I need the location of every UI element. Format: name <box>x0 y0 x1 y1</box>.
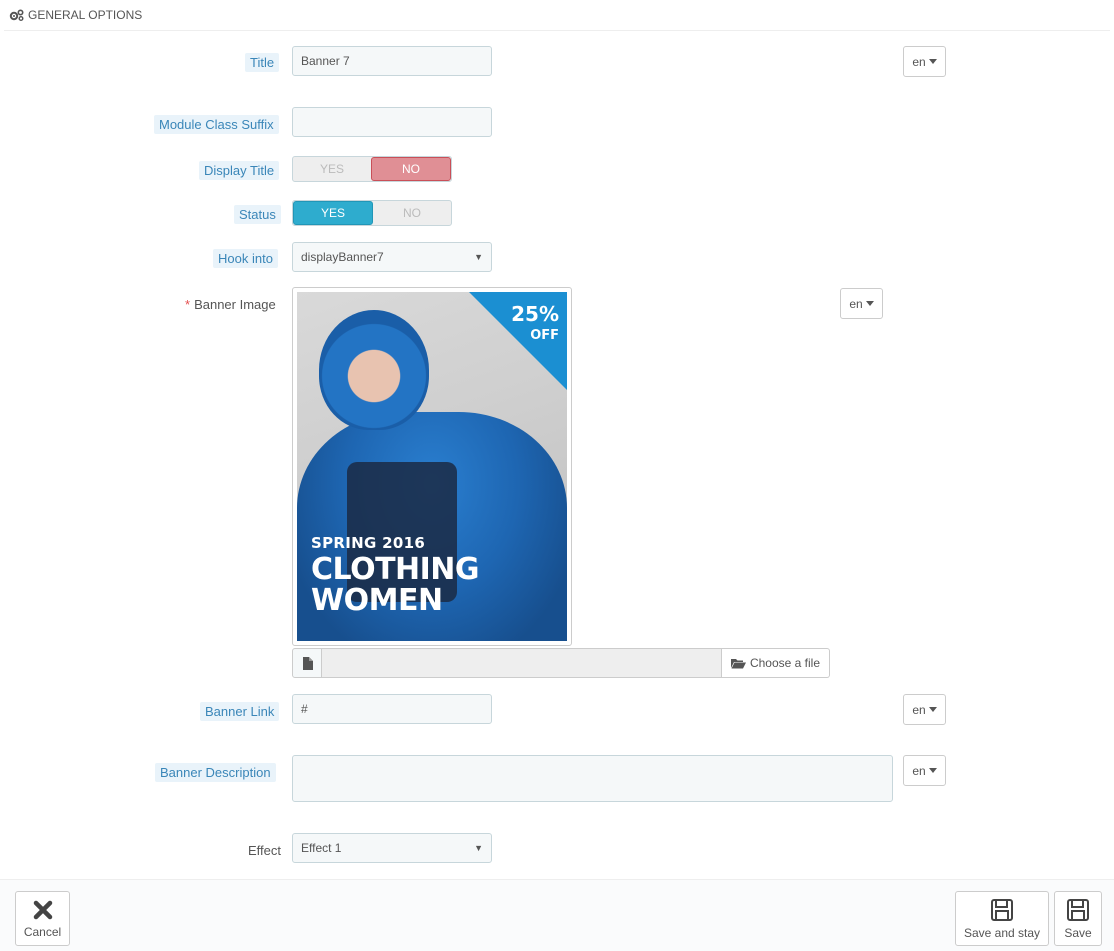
model-hood <box>319 310 429 430</box>
choose-file-label: Choose a file <box>749 656 821 670</box>
module-class-suffix-input[interactable] <box>292 107 492 137</box>
promo-season: SPRING 2016 <box>311 534 426 552</box>
title-language-label: en <box>912 54 926 69</box>
module-class-suffix-label: Module Class Suffix <box>154 115 279 134</box>
discount-sub: OFF <box>530 328 559 343</box>
status-label: Status <box>234 205 281 224</box>
caret-down-icon <box>928 59 937 64</box>
status-yes[interactable]: YES <box>293 201 373 225</box>
banner-image-preview: 25% OFF SPRING 2016 CLOTHING WOMEN <box>292 287 572 646</box>
caret-down-icon <box>928 707 937 712</box>
save-label: Save <box>1064 925 1092 940</box>
banner-description-language-label: en <box>912 763 926 778</box>
folder-open-icon <box>730 658 746 668</box>
cancel-label: Cancel <box>23 924 62 939</box>
caret-down-icon <box>865 301 874 306</box>
banner-link-language-dropdown[interactable]: en <box>903 694 946 725</box>
banner-description-textarea[interactable] <box>292 755 893 802</box>
save-icon <box>1067 898 1089 921</box>
effect-select[interactable]: Effect 1 ▼ <box>292 833 492 863</box>
hook-into-value: displayBanner7 <box>301 250 384 264</box>
discount-value: 25% <box>511 302 559 326</box>
banner-image-label: * Banner Image <box>180 295 281 314</box>
select-arrow-icon: ▼ <box>474 843 483 853</box>
title-label: Title <box>245 53 280 72</box>
banner-image-label-text: Banner Image <box>194 297 276 312</box>
banner-image-language-label: en <box>849 296 863 311</box>
title-input[interactable]: Banner 7 <box>292 46 492 76</box>
close-icon <box>33 900 52 919</box>
status-switch[interactable]: YES NO <box>292 200 452 226</box>
panel-footer: Cancel Save and stay Save <box>0 879 1114 951</box>
display-title-switch[interactable]: YES NO <box>292 156 452 182</box>
promo-headline-line-2: WOMEN <box>311 583 443 618</box>
title-value: Banner 7 <box>301 54 350 68</box>
effect-value: Effect 1 <box>301 841 342 855</box>
promo-headline-line-1: CLOTHING <box>311 552 480 587</box>
title-language-dropdown[interactable]: en <box>903 46 946 77</box>
choose-file-button[interactable]: Choose a file <box>722 648 830 678</box>
banner-image: 25% OFF SPRING 2016 CLOTHING WOMEN <box>297 292 567 641</box>
save-icon <box>991 898 1013 921</box>
banner-description-label: Banner Description <box>155 763 276 782</box>
banner-link-input[interactable]: # <box>292 694 492 724</box>
cancel-button[interactable]: Cancel <box>15 891 70 946</box>
caret-down-icon <box>928 768 937 773</box>
banner-link-language-label: en <box>912 702 926 717</box>
banner-description-language-dropdown[interactable]: en <box>903 755 946 786</box>
hook-into-select[interactable]: displayBanner7 ▼ <box>292 242 492 272</box>
panel-title: GENERAL OPTIONS <box>28 8 143 22</box>
banner-image-language-dropdown[interactable]: en <box>840 288 883 319</box>
file-icon <box>292 648 322 678</box>
banner-link-value: # <box>301 702 308 716</box>
panel-heading: GENERAL OPTIONS <box>4 0 1110 31</box>
file-upload: Choose a file <box>292 648 830 678</box>
banner-link-label: Banner Link <box>200 702 280 721</box>
save-and-stay-label: Save and stay <box>963 925 1041 940</box>
cogs-icon <box>9 9 25 21</box>
display-title-no[interactable]: NO <box>371 157 451 181</box>
save-and-stay-button[interactable]: Save and stay <box>955 891 1049 946</box>
select-arrow-icon: ▼ <box>474 252 483 262</box>
status-no[interactable]: NO <box>373 201 451 225</box>
hook-into-label: Hook into <box>213 249 278 268</box>
display-title-label: Display Title <box>199 161 280 180</box>
promo-headline: CLOTHING WOMEN <box>311 552 480 618</box>
effect-label: Effect <box>248 843 282 858</box>
save-button[interactable]: Save <box>1054 891 1102 946</box>
file-name-field[interactable] <box>322 648 722 678</box>
display-title-yes[interactable]: YES <box>293 157 371 181</box>
required-mark: * <box>185 297 191 312</box>
